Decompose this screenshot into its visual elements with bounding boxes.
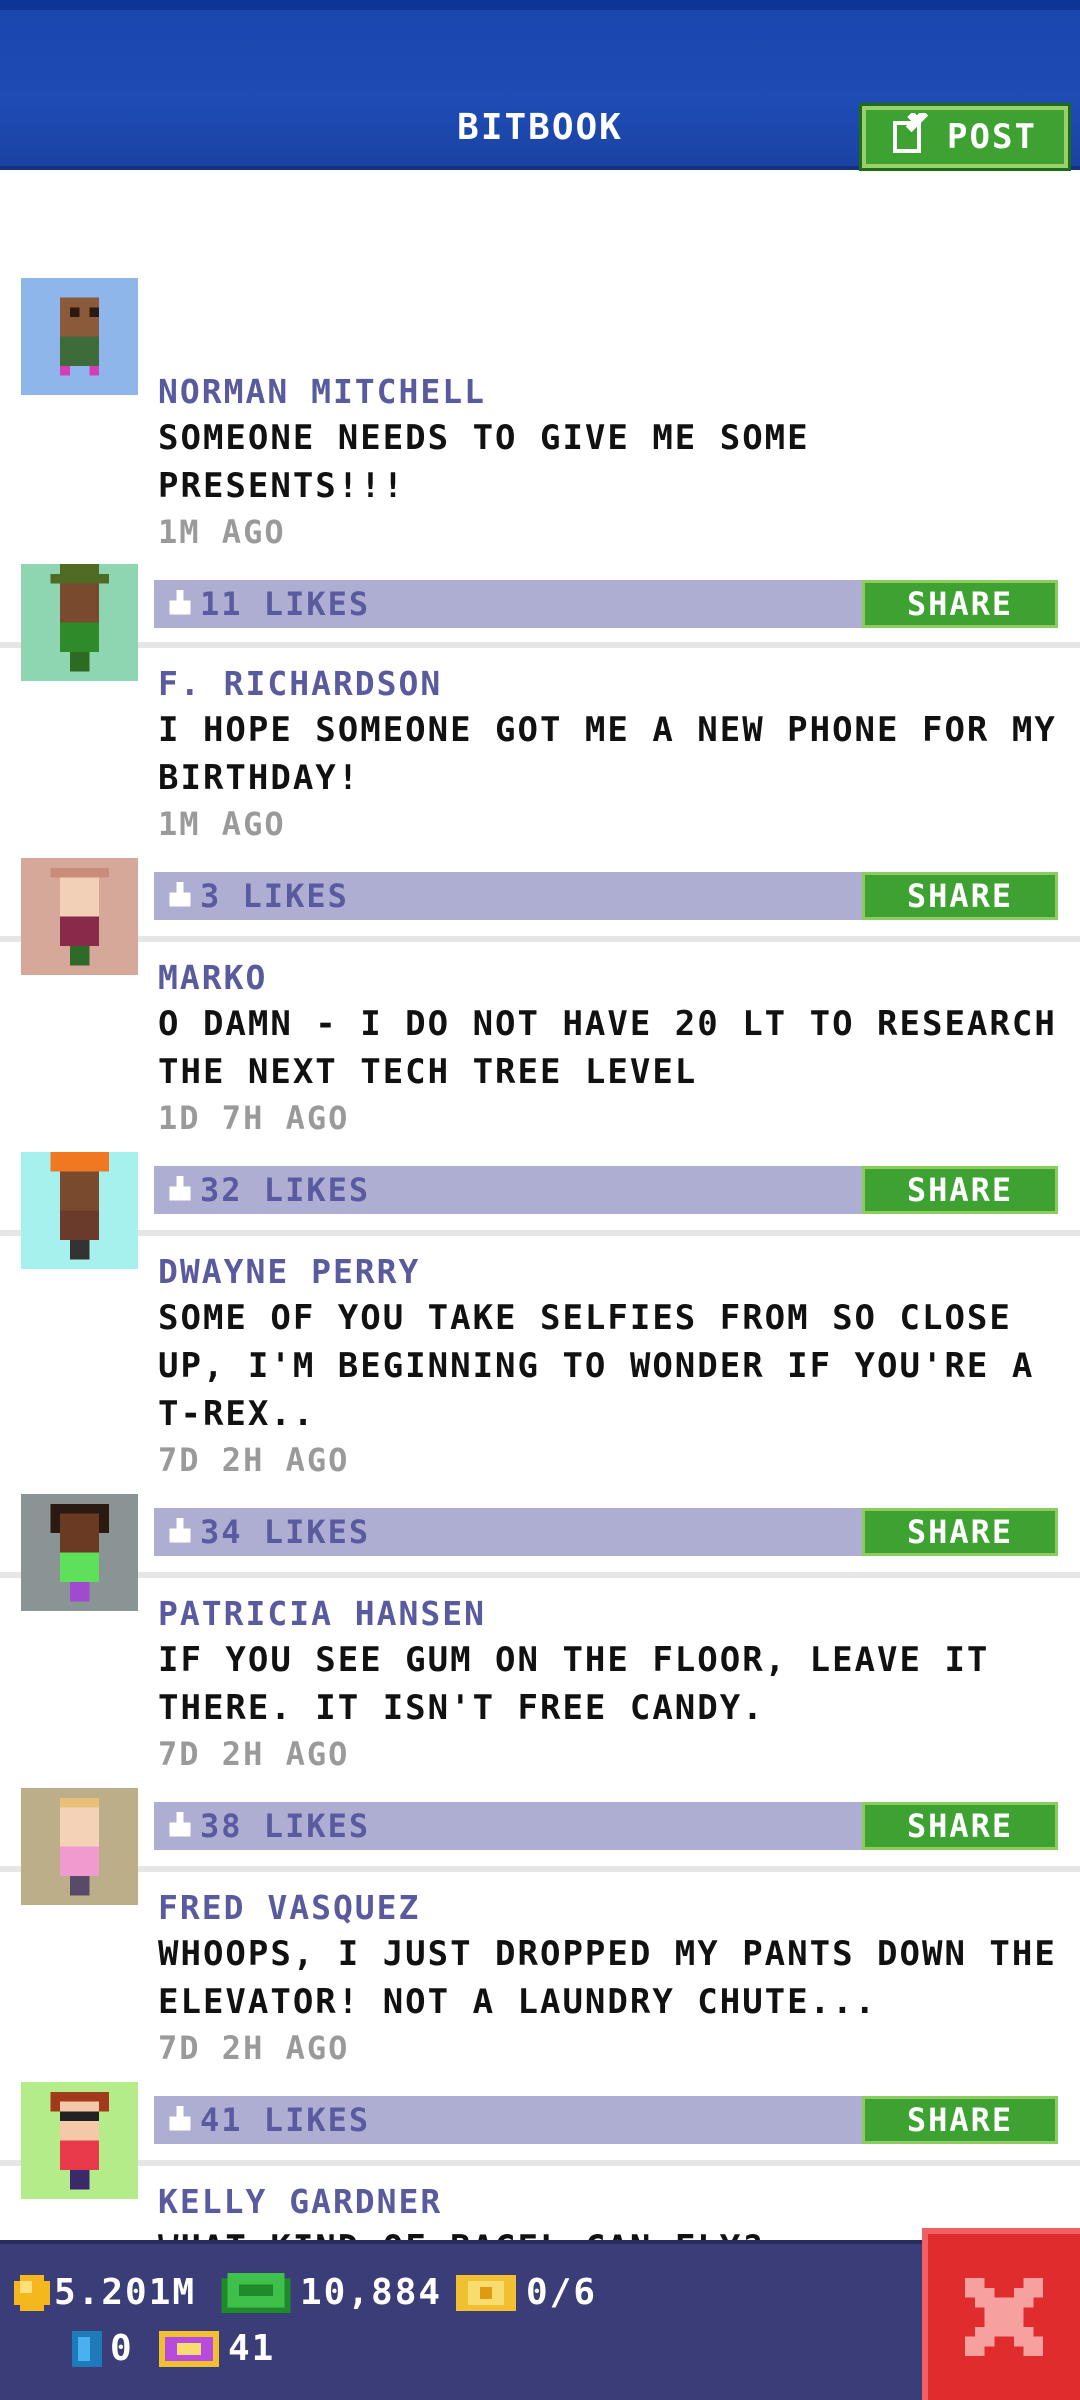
coins-stat: 5.201M — [14, 2272, 196, 2313]
share-button[interactable]: SHARE — [862, 1508, 1058, 1556]
like-bar[interactable]: 41 LIKES — [154, 2096, 864, 2144]
divider — [0, 1572, 1080, 1578]
post-author[interactable]: KELLY GARDNER — [158, 2182, 442, 2222]
post-time: 7D 2H AGO — [158, 1441, 350, 1479]
like-bar[interactable]: 34 LIKES — [154, 1508, 864, 1556]
like-count: 34 LIKES — [200, 1513, 371, 1551]
bux-value: 10,884 — [300, 2272, 443, 2313]
post-author[interactable]: F. RICHARDSON — [158, 664, 442, 704]
keys-stat: 0 — [72, 2328, 134, 2369]
thumbs-up-icon — [169, 590, 191, 615]
post-author[interactable]: DWAYNE PERRY — [158, 1252, 420, 1292]
tickets-value: 0/6 — [526, 2272, 598, 2313]
thumbs-up-icon — [169, 1518, 191, 1543]
vip-icon — [159, 2330, 219, 2367]
thumbs-up-icon — [169, 882, 191, 907]
like-bar[interactable]: 32 LIKES — [154, 1166, 864, 1214]
thumbs-up-icon — [169, 1176, 191, 1201]
avatar — [21, 1494, 138, 1611]
post-author[interactable]: FRED VASQUEZ — [158, 1888, 420, 1928]
divider — [0, 2160, 1080, 2166]
like-bar[interactable]: 11 LIKES — [154, 580, 864, 628]
bux-icon — [221, 2272, 291, 2313]
post-time: 1M AGO — [158, 805, 286, 843]
avatar — [21, 2082, 138, 2199]
like-bar[interactable]: 38 LIKES — [154, 1802, 864, 1850]
share-button[interactable]: SHARE — [862, 1802, 1058, 1850]
post-button[interactable]: POST — [862, 106, 1068, 168]
post-author[interactable]: MARKO — [158, 958, 267, 998]
post-time: 1D 7H AGO — [158, 1099, 350, 1137]
post-message: WHOOPS, I JUST DROPPED MY PANTS DOWN THE… — [158, 1934, 1057, 2022]
post-time: 7D 2H AGO — [158, 2029, 350, 2067]
post-author[interactable]: NORMAN MITCHELL — [158, 372, 486, 412]
divider — [0, 642, 1080, 648]
post-message: SOME OF YOU TAKE SELFIES FROM SO CLOSE U… — [158, 1298, 1035, 1434]
avatar — [21, 1788, 138, 1905]
like-count: 3 LIKES — [200, 877, 349, 915]
bux-stat: 10,884 — [220, 2272, 442, 2313]
thumbs-up-icon — [169, 1812, 191, 1837]
post-message: SOMEONE NEEDS TO GIVE ME SOME PRESENTS!!… — [158, 418, 810, 506]
share-button[interactable]: SHARE — [862, 1166, 1058, 1214]
tickets-stat: 0/6 — [456, 2272, 597, 2313]
post-message: O DAMN - I DO NOT HAVE 20 LT TO RESEARCH… — [158, 1004, 1057, 1092]
like-count: 32 LIKES — [200, 1171, 371, 1209]
thumbs-up-icon — [169, 2106, 191, 2131]
share-button[interactable]: SHARE — [862, 580, 1058, 628]
post-button-label: POST — [947, 117, 1037, 157]
share-button[interactable]: SHARE — [862, 2096, 1058, 2144]
post-message: IF YOU SEE GUM ON THE FLOOR, LEAVE IT TH… — [158, 1640, 990, 1728]
coin-icon — [14, 2274, 50, 2311]
avatar — [21, 1152, 138, 1269]
post-time: 1M AGO — [158, 513, 286, 551]
feed-list[interactable]: NORMAN MITCHELL SOMEONE NEEDS TO GIVE ME… — [0, 170, 1080, 2240]
avatar — [21, 278, 138, 395]
key-icon — [72, 2330, 102, 2367]
like-bar[interactable]: 3 LIKES — [154, 872, 864, 920]
vip-value: 41 — [228, 2328, 276, 2369]
avatar — [21, 858, 138, 975]
divider — [0, 1230, 1080, 1236]
keys-value: 0 — [110, 2328, 134, 2369]
like-count: 11 LIKES — [200, 585, 371, 623]
vip-stat: 41 — [158, 2328, 275, 2369]
divider — [0, 1866, 1080, 1872]
compose-icon — [893, 109, 933, 162]
divider — [0, 936, 1080, 942]
coins-value: 5.201M — [54, 2272, 197, 2313]
close-icon — [965, 2278, 1043, 2356]
ticket-icon — [456, 2274, 516, 2311]
like-count: 38 LIKES — [200, 1807, 371, 1845]
close-button[interactable] — [922, 2228, 1080, 2400]
like-count: 41 LIKES — [200, 2101, 371, 2139]
top-bar: BITBOOK POST — [0, 0, 1080, 170]
avatar — [21, 564, 138, 681]
share-button[interactable]: SHARE — [862, 872, 1058, 920]
status-bar: 5.201M 10,884 0/6 0 41 — [0, 2240, 1080, 2400]
post-time: 7D 2H AGO — [158, 1735, 350, 1773]
post-author[interactable]: PATRICIA HANSEN — [158, 1594, 486, 1634]
post-message: I HOPE SOMEONE GOT ME A NEW PHONE FOR MY… — [158, 710, 1057, 798]
